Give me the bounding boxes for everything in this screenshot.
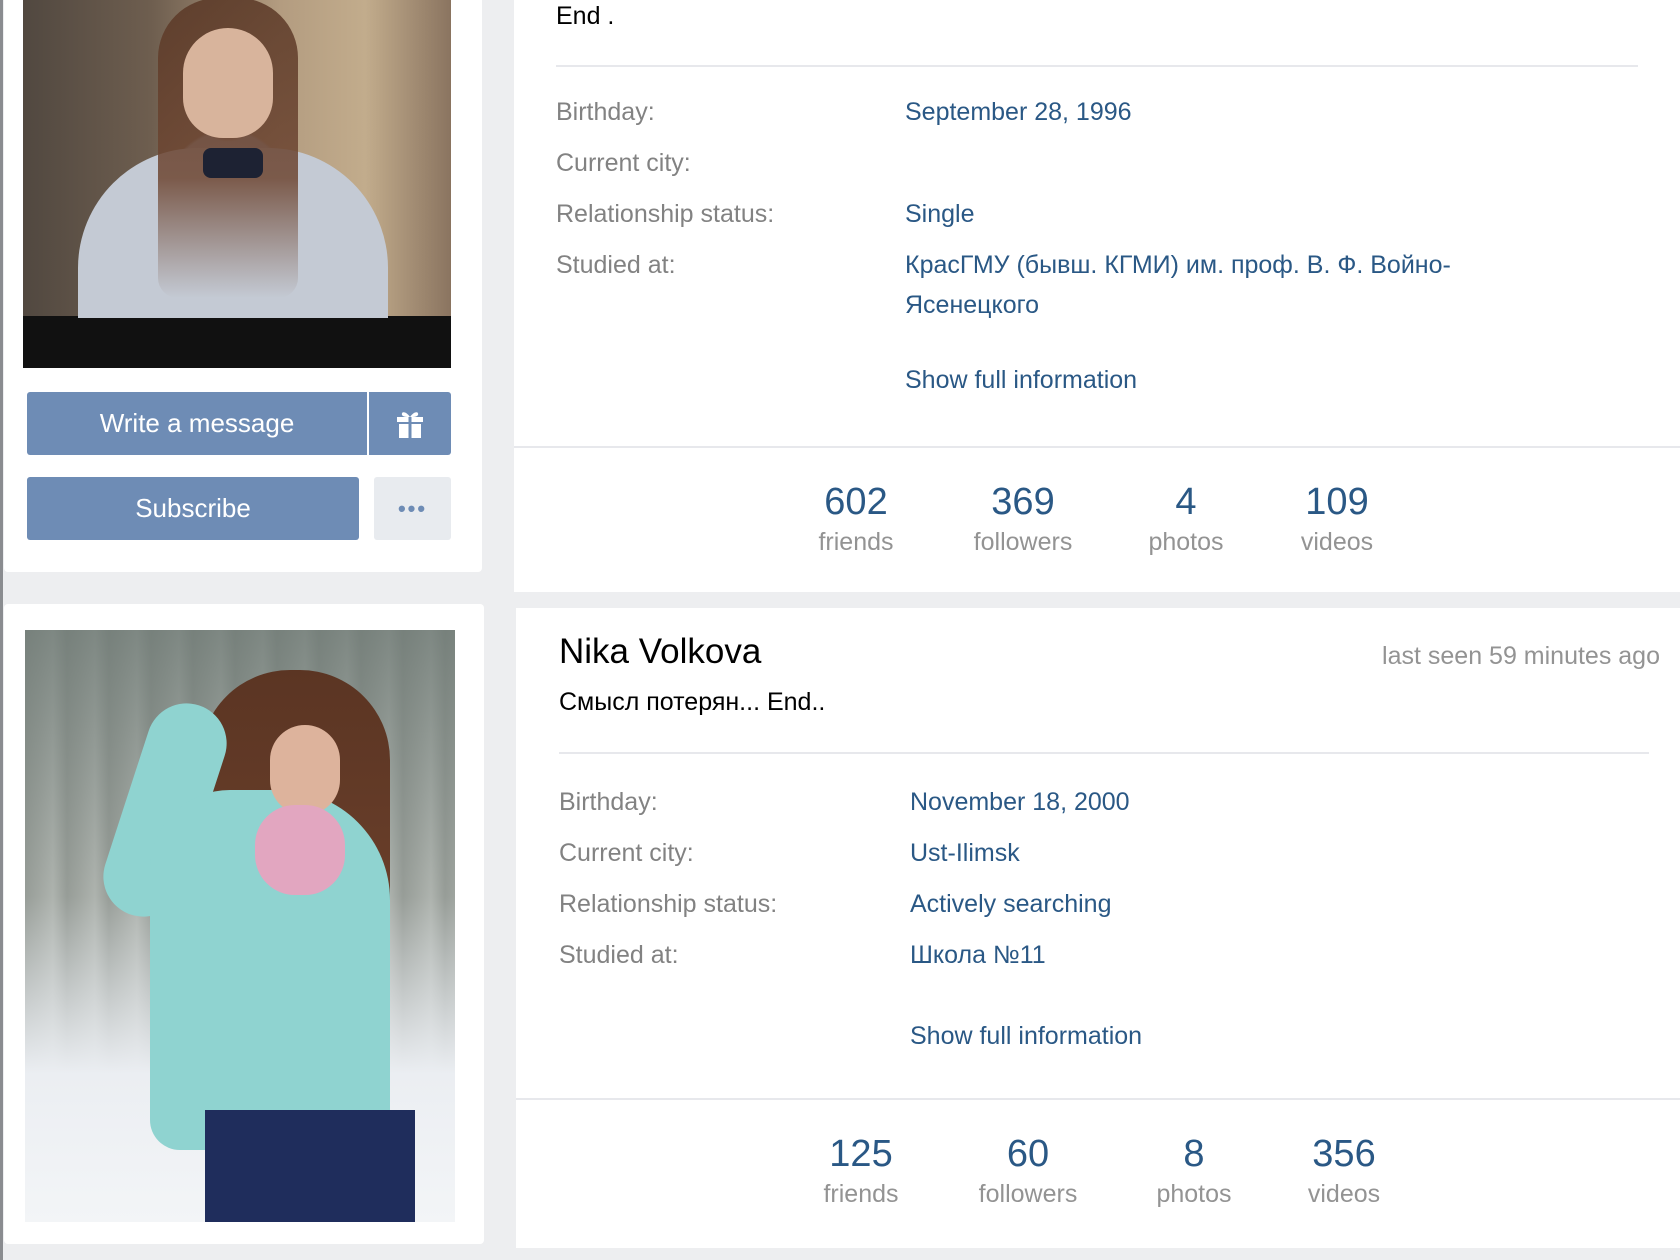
photo-face: [183, 28, 273, 138]
current-city-label: Current city:: [556, 149, 691, 177]
photo-scarf: [255, 805, 345, 895]
gift-icon: [397, 411, 423, 438]
relationship-status-label: Relationship status:: [559, 890, 778, 918]
photos-counter[interactable]: 4 photos: [1111, 480, 1261, 560]
friends-label: friends: [818, 528, 894, 556]
photos-count: 8: [1183, 1133, 1205, 1175]
studied-at-value[interactable]: КрасГМУ (бывш. КГМИ) им. проф. В. Ф. Вой…: [905, 245, 1565, 325]
studied-at-label: Studied at:: [559, 941, 679, 969]
videos-label: videos: [1300, 528, 1374, 556]
show-full-information-link[interactable]: Show full information: [905, 366, 1137, 395]
followers-count: 60: [1006, 1133, 1050, 1175]
friends-label: friends: [823, 1180, 899, 1208]
photo-face: [270, 725, 340, 815]
birthday-value[interactable]: September 28, 1996: [905, 92, 1132, 132]
birthday-label: Birthday:: [559, 788, 658, 816]
videos-count: 356: [1312, 1133, 1376, 1175]
friends-count: 602: [824, 481, 888, 523]
studied-at-label: Studied at:: [556, 251, 676, 279]
friends-counter[interactable]: 602 friends: [781, 480, 931, 560]
header-divider: [559, 752, 1649, 754]
counters-divider: [516, 1098, 1680, 1100]
videos-count: 109: [1305, 481, 1369, 523]
friends-counter[interactable]: 125 friends: [786, 1132, 936, 1212]
relationship-status-value[interactable]: Single: [905, 194, 975, 234]
birthday-label: Birthday:: [556, 98, 655, 126]
photos-label: photos: [1148, 528, 1224, 556]
videos-counter[interactable]: 356 videos: [1269, 1132, 1419, 1212]
current-city-label: Current city:: [559, 839, 694, 867]
photo-jeans: [205, 1110, 415, 1222]
profile-1-photo[interactable]: [23, 0, 451, 368]
videos-label: videos: [1307, 1180, 1381, 1208]
profile-status: End .: [556, 2, 615, 30]
more-actions-button[interactable]: •••: [374, 477, 451, 540]
studied-at-value[interactable]: Школа №11: [910, 935, 1046, 975]
profile-1-info-card: End . Birthday: September 28, 1996 Curre…: [514, 0, 1680, 592]
photos-counter[interactable]: 8 photos: [1119, 1132, 1269, 1212]
profile-status: Смысл потерян... End..: [559, 688, 826, 716]
photos-label: photos: [1156, 1180, 1232, 1208]
relationship-status-label: Relationship status:: [556, 200, 775, 228]
relationship-status-value[interactable]: Actively searching: [910, 884, 1111, 924]
photo-bow: [203, 148, 263, 178]
birthday-value[interactable]: November 18, 2000: [910, 782, 1130, 822]
write-message-label: Write a message: [99, 408, 295, 438]
followers-counter[interactable]: 369 followers: [948, 480, 1098, 560]
last-seen-status: last seen 59 minutes ago: [1382, 642, 1660, 670]
profile-1-photo-image: [23, 0, 451, 318]
subscribe-button[interactable]: Subscribe: [27, 477, 359, 540]
profile-name[interactable]: Nika Volkova: [559, 632, 761, 672]
header-divider: [556, 65, 1638, 67]
subscribe-label: Subscribe: [135, 493, 251, 523]
window-edge: [0, 0, 3, 1260]
friends-count: 125: [829, 1133, 893, 1175]
followers-counter[interactable]: 60 followers: [953, 1132, 1103, 1212]
profile-2-photo[interactable]: [25, 630, 455, 1222]
videos-counter[interactable]: 109 videos: [1262, 480, 1412, 560]
counters-divider: [514, 446, 1680, 448]
more-dots-icon: •••: [397, 495, 428, 521]
write-message-button[interactable]: Write a message: [27, 392, 367, 455]
photos-count: 4: [1175, 481, 1197, 523]
current-city-value[interactable]: Ust-Ilimsk: [910, 833, 1020, 873]
show-full-information-link[interactable]: Show full information: [910, 1022, 1142, 1051]
profile-2-info-card: Nika Volkova last seen 59 minutes ago См…: [516, 608, 1680, 1248]
followers-label: followers: [978, 1180, 1078, 1208]
send-gift-button[interactable]: [369, 392, 451, 455]
followers-label: followers: [973, 528, 1073, 556]
followers-count: 369: [991, 481, 1055, 523]
